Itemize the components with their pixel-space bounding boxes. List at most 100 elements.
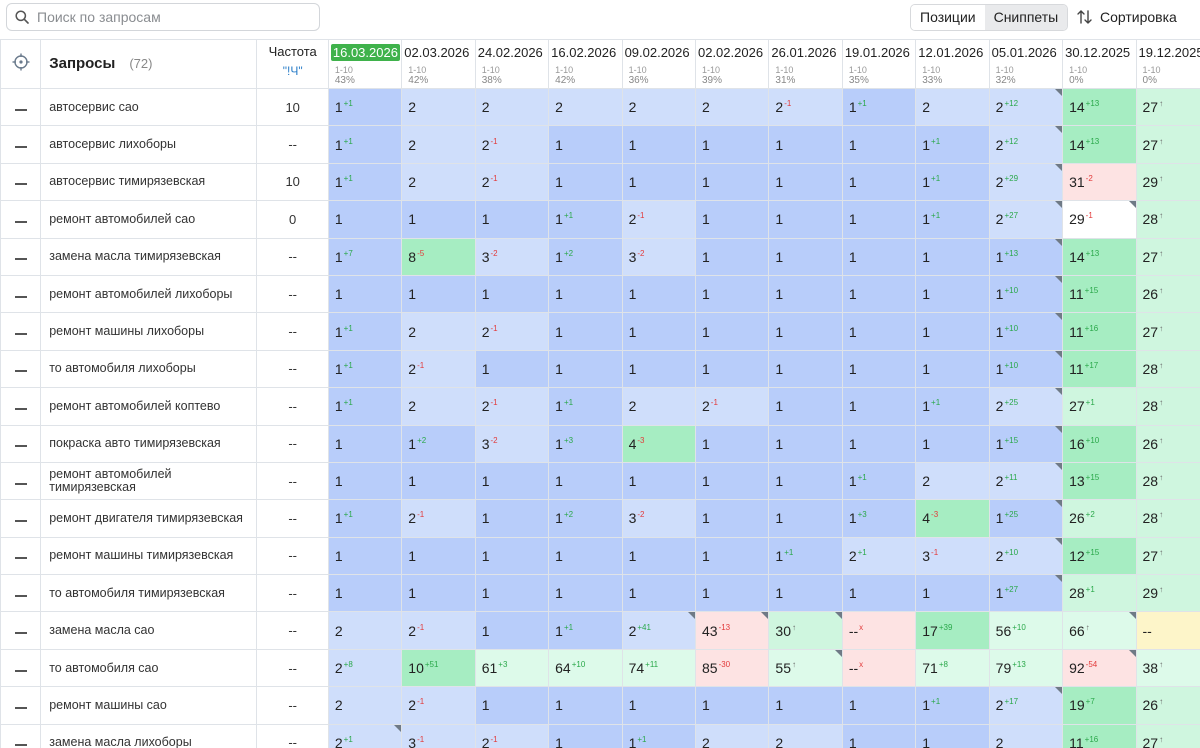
position-cell[interactable]: 1 [694, 349, 770, 389]
position-cell[interactable]: 2+11 [988, 461, 1064, 501]
queries-header[interactable]: Запросы (72) [40, 39, 258, 89]
position-cell[interactable]: 1+1 [327, 387, 403, 426]
position-cell[interactable]: 29↑ [1135, 574, 1200, 613]
position-cell[interactable]: 28↑ [1135, 387, 1200, 426]
position-cell[interactable]: 1+1 [327, 87, 403, 127]
query-text[interactable]: замена масла сао [40, 611, 258, 650]
position-cell[interactable]: 11+15 [1062, 274, 1137, 314]
position-cell[interactable]: 27+1 [1062, 387, 1137, 426]
position-cell[interactable]: 1+2 [548, 237, 623, 276]
position-cell[interactable]: 31-2 [1062, 162, 1137, 202]
position-cell[interactable]: 74+11 [621, 648, 696, 688]
position-cell[interactable]: 17+39 [915, 611, 990, 650]
position-cell[interactable]: 4-3 [915, 499, 990, 538]
position-cell[interactable]: 1 [621, 162, 696, 202]
position-cell[interactable]: 1 [621, 461, 696, 501]
position-cell[interactable]: 1 [768, 274, 843, 314]
position-cell[interactable]: 1 [841, 686, 917, 725]
position-cell[interactable]: 1 [768, 686, 843, 725]
sort-button[interactable]: Сортировка [1076, 5, 1177, 29]
position-cell[interactable]: 2 [621, 387, 696, 426]
position-cell[interactable]: 2-1 [474, 312, 550, 351]
date-header[interactable]: 12.01.2026 1-10 33% [915, 39, 990, 89]
position-cell[interactable]: 2-1 [474, 723, 550, 748]
position-cell[interactable]: 27↑ [1135, 87, 1200, 127]
minus-icon[interactable] [14, 220, 27, 224]
position-cell[interactable]: 2-1 [694, 387, 770, 426]
position-cell[interactable]: 1 [621, 536, 696, 576]
position-cell[interactable]: 1 [474, 349, 550, 389]
position-cell[interactable]: 3-2 [474, 424, 550, 463]
minus-icon[interactable] [14, 482, 27, 486]
position-cell[interactable]: 1 [694, 461, 770, 501]
date-header[interactable]: 19.01.2026 1-10 35% [841, 39, 917, 89]
position-cell[interactable]: 1+1 [915, 125, 990, 164]
query-text[interactable]: замена масла лихоборы [40, 723, 258, 748]
position-cell[interactable]: 14+13 [1062, 237, 1137, 276]
search-input[interactable] [37, 9, 307, 25]
position-cell[interactable]: 12+15 [1062, 536, 1137, 576]
position-cell[interactable]: 85-30 [694, 648, 770, 688]
position-cell[interactable]: 27↑ [1135, 312, 1200, 351]
position-cell[interactable]: 2 [401, 87, 476, 127]
position-cell[interactable]: 1 [474, 499, 550, 538]
minus-icon[interactable] [14, 295, 27, 299]
position-cell[interactable]: 1 [768, 461, 843, 501]
position-cell[interactable]: 1 [915, 424, 990, 463]
position-cell[interactable]: 1 [621, 274, 696, 314]
query-text[interactable]: ремонт машины сао [40, 686, 258, 725]
position-cell[interactable]: 14+13 [1062, 125, 1137, 164]
position-cell[interactable]: 1 [841, 162, 917, 202]
position-cell[interactable]: 2 [988, 723, 1064, 748]
position-cell[interactable]: 2 [768, 723, 843, 748]
position-cell[interactable]: 1 [327, 424, 403, 463]
query-text[interactable]: замена масла тимирязевская [40, 237, 258, 276]
position-cell[interactable]: 26↑ [1135, 274, 1200, 314]
position-cell[interactable]: 1 [768, 499, 843, 538]
position-cell[interactable]: 1 [841, 723, 917, 748]
position-cell[interactable]: 2 [401, 387, 476, 426]
position-cell[interactable]: 55↑ [768, 648, 843, 688]
position-cell[interactable]: 1 [694, 162, 770, 202]
position-cell[interactable]: 28↑ [1135, 461, 1200, 501]
position-cell[interactable]: 1 [401, 536, 476, 576]
position-cell[interactable]: 1 [768, 125, 843, 164]
date-header[interactable]: 16.03.2026 1-10 43% [327, 39, 403, 89]
position-cell[interactable]: 13+15 [1062, 461, 1137, 501]
query-text[interactable]: ремонт автомобилей лихоборы [40, 274, 258, 314]
position-cell[interactable]: 1 [474, 611, 550, 650]
position-cell[interactable]: 1 [548, 536, 623, 576]
position-cell[interactable]: 1 [694, 536, 770, 576]
date-header[interactable]: 02.02.2026 1-10 39% [694, 39, 770, 89]
position-cell[interactable]: 28↑ [1135, 200, 1200, 239]
position-cell[interactable]: 2-1 [401, 686, 476, 725]
minus-icon[interactable] [14, 108, 27, 112]
position-cell[interactable]: 1+1 [327, 162, 403, 202]
position-cell[interactable]: 2 [694, 87, 770, 127]
query-text[interactable]: автосервис сао [40, 87, 258, 127]
position-cell[interactable]: 1+1 [841, 461, 917, 501]
position-cell[interactable]: 1 [841, 387, 917, 426]
position-cell[interactable]: 1 [327, 200, 403, 239]
position-cell[interactable]: 1 [621, 349, 696, 389]
position-cell[interactable]: 1+1 [915, 686, 990, 725]
position-cell[interactable]: 1 [548, 349, 623, 389]
position-cell[interactable]: 1 [841, 125, 917, 164]
position-cell[interactable]: 1 [548, 723, 623, 748]
position-cell[interactable]: 1 [841, 312, 917, 351]
date-header[interactable]: 26.01.2026 1-10 31% [768, 39, 843, 89]
position-cell[interactable]: 1 [841, 274, 917, 314]
date-header[interactable]: 09.02.2026 1-10 36% [621, 39, 696, 89]
position-cell[interactable]: 1+10 [988, 274, 1064, 314]
position-cell[interactable]: 2 [327, 686, 403, 725]
position-cell[interactable]: 1 [915, 349, 990, 389]
position-cell[interactable]: 2-1 [474, 162, 550, 202]
minus-icon[interactable] [14, 631, 27, 635]
position-cell[interactable]: 14+13 [1062, 87, 1137, 127]
position-cell[interactable]: 1 [401, 200, 476, 239]
position-cell[interactable]: 1 [915, 274, 990, 314]
position-cell[interactable]: 11+17 [1062, 349, 1137, 389]
position-cell[interactable]: 1 [474, 574, 550, 613]
position-cell[interactable]: 27↑ [1135, 125, 1200, 164]
position-cell[interactable]: 2 [915, 87, 990, 127]
